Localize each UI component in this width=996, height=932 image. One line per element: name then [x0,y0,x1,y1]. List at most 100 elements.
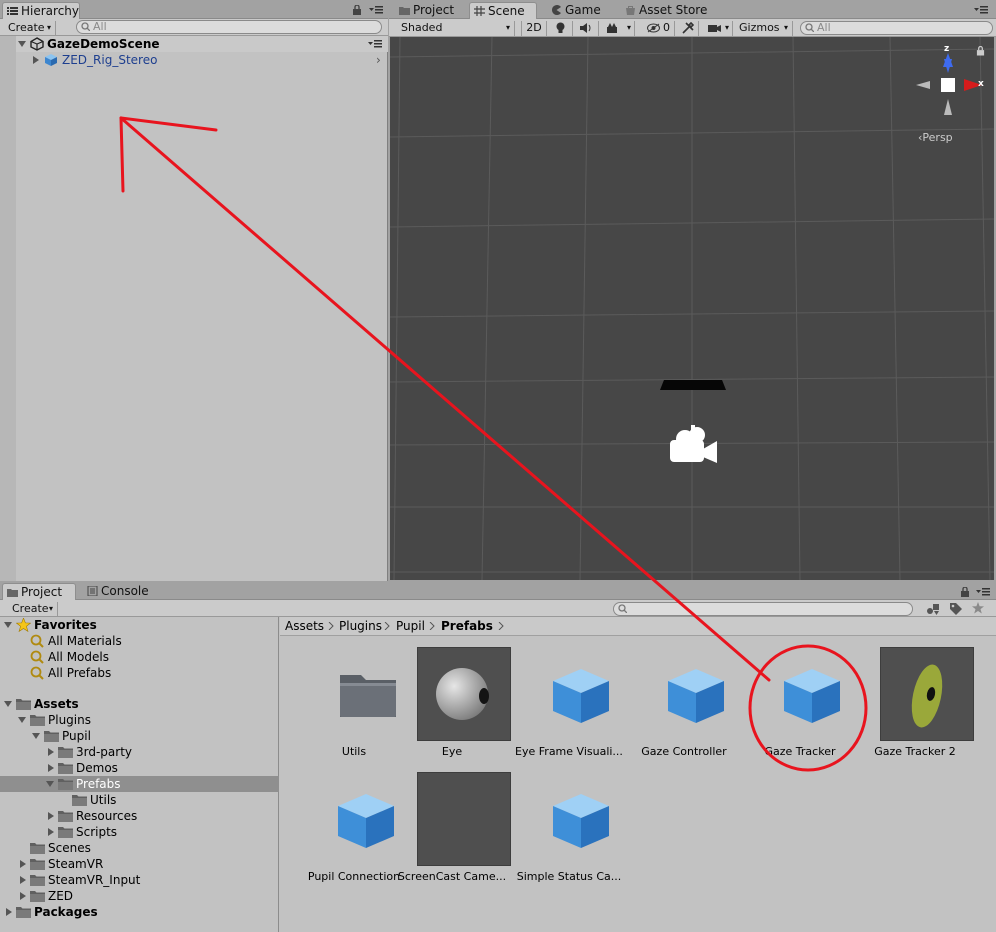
tab-hierarchy[interactable]: Hierarchy [2,2,80,20]
tab-project[interactable]: Project [395,2,465,20]
2d-label: 2D [526,21,542,34]
expand-arrow-icon[interactable] [48,748,54,756]
scene-row[interactable]: GazeDemoScene [16,36,388,52]
tree-item-resources[interactable]: Resources [0,808,279,824]
scene-viewport[interactable]: z x ‹Persp [390,37,994,580]
scene-panel: Project Scene Game Asset Store Shaded ▾ … [389,0,996,581]
tree-item-plugins[interactable]: Plugins [0,712,279,728]
camera-dropdown[interactable]: ▾ [705,21,733,36]
asset-simple-status-camera[interactable]: Simple Status Ca... [513,762,629,883]
tree-item-steamvr-input[interactable]: SteamVR_Input [0,872,279,888]
tree-item-zed[interactable]: ZED [0,888,279,904]
expand-arrow-icon[interactable] [4,622,12,628]
breadcrumb-item[interactable]: Pupil [396,617,425,635]
expand-arrow-icon[interactable] [4,701,12,707]
tab-asset-store[interactable]: Asset Store [621,2,721,20]
expand-arrow-icon[interactable] [48,828,54,836]
orientation-gizmo[interactable]: z x ‹Persp [908,41,988,144]
lock-icon[interactable] [352,5,362,15]
expand-arrow-icon[interactable] [48,812,54,820]
panel-menu-icon[interactable] [976,588,990,596]
hierarchy-search-input[interactable]: All [76,20,382,34]
expand-arrow-icon[interactable] [32,733,40,739]
tree-item-assets[interactable]: Assets [0,696,279,712]
tab-scene[interactable]: Scene [469,2,537,20]
expand-arrow-icon[interactable] [46,781,54,787]
tree-item-all-models[interactable]: All Models [0,649,279,665]
asset-gaze-tracker[interactable]: Gaze Tracker [744,637,860,758]
panel-menu-icon[interactable] [369,6,383,14]
tree-item-pupil[interactable]: Pupil [0,728,279,744]
expand-arrow-icon[interactable] [20,860,26,868]
chevron-right-icon [384,622,390,630]
2d-toggle[interactable]: 2D [521,21,547,36]
asset-gaze-tracker-2[interactable]: Gaze Tracker 2 [859,637,975,758]
plane-object[interactable] [660,380,726,390]
tab-hierarchy-label: Hierarchy [21,4,80,18]
tree-item-packages[interactable]: Packages [0,904,279,920]
tree-label: Packages [34,905,98,919]
tab-game[interactable]: Game [547,2,617,20]
scene-menu-icon[interactable] [368,40,382,48]
chevron-right-icon[interactable]: › [376,52,381,68]
asset-eye-frame-visualizer[interactable]: Eye Frame Visuali... [513,637,629,758]
project-create-dropdown[interactable]: Create ▾ [8,602,58,617]
camera-gizmo-icon[interactable] [667,423,721,469]
project-tabbar: Project Console [0,583,996,601]
hierarchy-search-placeholder: All [93,20,107,33]
prefab-cube-icon [45,54,57,66]
tree-label: Plugins [48,713,91,727]
tab-project-bottom[interactable]: Project [2,583,76,601]
expand-arrow-icon[interactable] [18,717,26,723]
hidden-objects-toggle[interactable]: 0 [643,21,675,36]
tree-item-prefabs[interactable]: Prefabs [0,776,279,792]
expand-arrow-icon[interactable] [20,892,26,900]
tree-item-all-prefabs[interactable]: All Prefabs [0,665,279,681]
tree-item-favorites[interactable]: Favorites [0,617,279,633]
shading-mode-dropdown[interactable]: Shaded ▾ [397,21,515,36]
create-dropdown[interactable]: Create ▾ [4,21,56,36]
project-toolbar: Create ▾ [0,600,996,617]
expand-arrow-icon[interactable] [18,41,26,47]
tree-item-scenes[interactable]: Scenes [0,840,279,856]
asset-screencast-camera[interactable]: ScreenCast Came... [396,762,512,883]
scene-search-placeholder: All [817,21,831,34]
lighting-toggle[interactable] [549,21,573,36]
folder-icon [16,699,31,710]
effects-dropdown[interactable]: ▾ [601,21,635,36]
breadcrumb-item[interactable]: Assets [285,617,324,635]
audio-toggle[interactable] [575,21,599,36]
expand-arrow-icon[interactable] [6,908,12,916]
lock-icon[interactable] [976,46,985,56]
tree-item-scripts[interactable]: Scripts [0,824,279,840]
expand-arrow-icon[interactable] [33,56,39,64]
tree-item-3rd-party[interactable]: 3rd-party [0,744,279,760]
persp-label[interactable]: ‹Persp [918,131,953,144]
folder-icon [7,589,18,597]
asset-gaze-controller[interactable]: Gaze Controller [628,637,744,758]
expand-arrow-icon[interactable] [20,876,26,884]
tree-item-utils[interactable]: Utils [0,792,279,808]
scene-search-input[interactable]: All [800,21,993,35]
breadcrumb-item[interactable]: Plugins [339,617,382,635]
project-search-input[interactable] [613,602,913,616]
speaker-icon [580,23,591,33]
lock-icon[interactable] [960,587,970,597]
star-icon[interactable] [972,602,984,614]
panel-menu-icon[interactable] [974,6,988,14]
tools-toggle[interactable] [677,21,699,36]
tree-label: Demos [76,761,118,775]
asset-eye[interactable]: Eye [396,637,512,758]
breadcrumb: Assets Plugins Pupil Prefabs [280,617,996,636]
hierarchy-item-zed-rig[interactable]: ZED_Rig_Stereo › [16,52,388,68]
breadcrumb-current[interactable]: Prefabs [441,617,493,635]
tree-item-demos[interactable]: Demos [0,760,279,776]
tree-item-all-materials[interactable]: All Materials [0,633,279,649]
gizmos-dropdown[interactable]: Gizmos ▾ [735,21,793,36]
filter-by-type-icon[interactable] [926,603,940,615]
tag-icon[interactable] [950,603,962,615]
tree-item-steamvr[interactable]: SteamVR [0,856,279,872]
asset-browser: Assets Plugins Pupil Prefabs Utils Eye E… [280,617,996,932]
tab-console[interactable]: Console [83,583,161,601]
expand-arrow-icon[interactable] [48,764,54,772]
